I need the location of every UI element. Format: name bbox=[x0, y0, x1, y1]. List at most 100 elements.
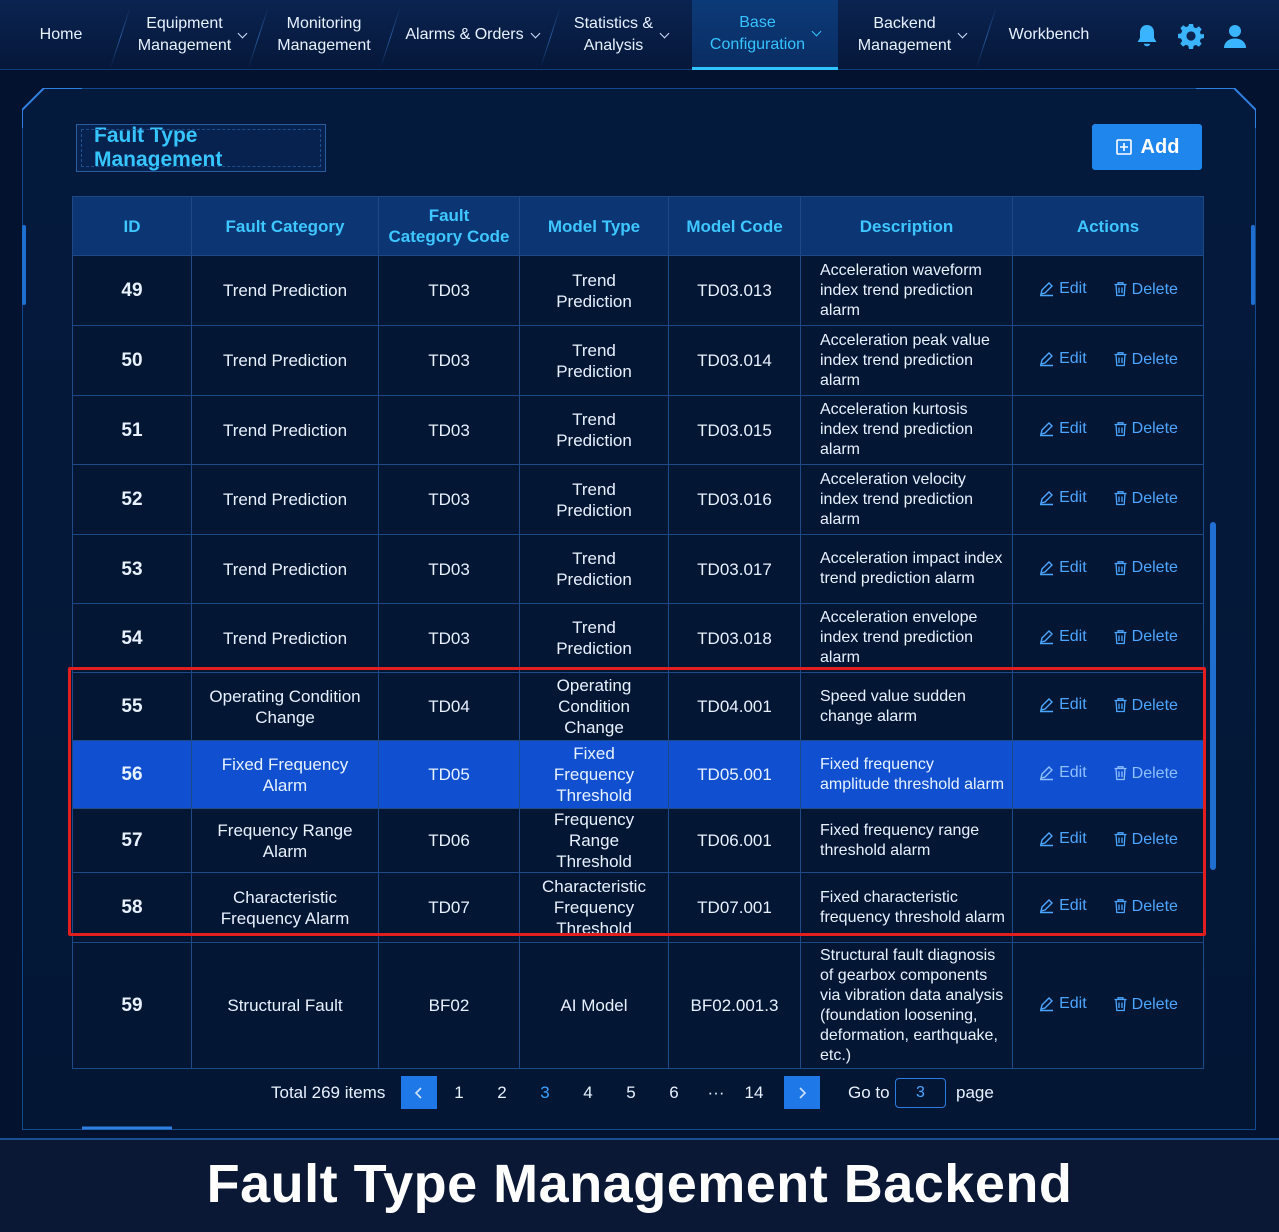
delete-button[interactable]: Delete bbox=[1113, 695, 1178, 716]
nav-workbench[interactable]: Workbench bbox=[990, 0, 1108, 70]
header-model-type[interactable]: Model Type bbox=[519, 196, 669, 256]
trash-icon bbox=[1114, 282, 1127, 297]
user-icon[interactable] bbox=[1221, 22, 1249, 50]
nav-monitoring-management[interactable]: Monitoring Management bbox=[262, 0, 386, 70]
edit-button[interactable]: Edit bbox=[1038, 626, 1087, 647]
table-row[interactable]: 52 Trend Prediction TD03 Trend Prediction TD… bbox=[72, 464, 1204, 535]
header-id[interactable]: ID bbox=[72, 196, 192, 256]
table-row[interactable]: 54 Trend Prediction TD03 Trend Prediction TD… bbox=[72, 603, 1204, 673]
cell-fault-category-code: TD03 bbox=[378, 603, 520, 673]
cell-fault-category-code: BF02 bbox=[378, 942, 520, 1069]
cell-id: 55 bbox=[72, 672, 192, 741]
table-row[interactable]: 51 Trend Prediction TD03 Trend Prediction TD… bbox=[72, 395, 1204, 465]
goto-label: Go to bbox=[848, 1083, 890, 1102]
table-row[interactable]: 59 Structural Fault BF02 AI Model BF02.001.3… bbox=[72, 942, 1204, 1069]
edit-button[interactable]: Edit bbox=[1038, 418, 1087, 439]
pagination-page-14[interactable]: 14 bbox=[738, 1076, 770, 1109]
pagination-page-6[interactable]: 6 bbox=[661, 1076, 687, 1109]
add-button[interactable]: Add bbox=[1092, 124, 1202, 170]
edit-button[interactable]: Edit bbox=[1038, 828, 1087, 849]
cell-fault-category: Fixed Frequency Alarm bbox=[191, 740, 379, 809]
edit-label: Edit bbox=[1059, 995, 1087, 1012]
pagination-page-1[interactable]: 1 bbox=[446, 1076, 472, 1109]
delete-label: Delete bbox=[1131, 559, 1178, 576]
nav-equipment-management[interactable]: Equipment Management bbox=[124, 0, 260, 70]
delete-label: Delete bbox=[1131, 420, 1178, 437]
header-fault-category[interactable]: Fault Category bbox=[191, 196, 379, 256]
page-title: Fault Type Management bbox=[76, 124, 326, 172]
header-model-code[interactable]: Model Code bbox=[668, 196, 801, 256]
cell-fault-category: Structural Fault bbox=[191, 942, 379, 1069]
trash-icon bbox=[1114, 899, 1127, 914]
pagination-page-5[interactable]: 5 bbox=[618, 1076, 644, 1109]
left-edge-glow bbox=[22, 225, 26, 305]
table-row[interactable]: 56 Fixed Frequency Alarm TD05 Fixed Frequen… bbox=[72, 740, 1204, 809]
pagination-next-button[interactable] bbox=[784, 1076, 820, 1109]
trash-icon bbox=[1114, 997, 1127, 1012]
delete-button[interactable]: Delete bbox=[1113, 626, 1178, 647]
edit-button[interactable]: Edit bbox=[1038, 993, 1087, 1014]
trash-icon bbox=[1114, 352, 1127, 367]
pagination-page-3[interactable]: 3 bbox=[532, 1076, 558, 1109]
delete-label: Delete bbox=[1131, 628, 1178, 645]
cell-fault-category: Frequency Range Alarm bbox=[191, 808, 379, 873]
table-row[interactable]: 50 Trend Prediction TD03 Trend Prediction TD… bbox=[72, 325, 1204, 396]
edit-icon bbox=[1040, 560, 1054, 575]
right-edge-glow bbox=[1251, 225, 1255, 305]
table-row[interactable]: 58 Characteristic Frequency Alarm TD07 Char… bbox=[72, 872, 1204, 943]
edit-button[interactable]: Edit bbox=[1038, 557, 1087, 578]
nav-home[interactable]: Home bbox=[0, 0, 122, 70]
edit-button[interactable]: Edit bbox=[1038, 762, 1087, 783]
cell-model-code: TD03.017 bbox=[668, 534, 801, 604]
delete-button[interactable]: Delete bbox=[1113, 896, 1178, 917]
table-row[interactable]: 57 Frequency Range Alarm TD06 Frequency Ran… bbox=[72, 808, 1204, 873]
cell-model-code: TD03.018 bbox=[668, 603, 801, 673]
caption-title: Fault Type Management Backend bbox=[206, 1154, 1073, 1214]
gear-icon[interactable] bbox=[1177, 22, 1205, 50]
edit-button[interactable]: Edit bbox=[1038, 348, 1087, 369]
delete-button[interactable]: Delete bbox=[1113, 557, 1178, 578]
cell-fault-category: Trend Prediction bbox=[191, 395, 379, 465]
cell-description: Acceleration velocity index trend predic… bbox=[800, 464, 1013, 535]
pagination-page-2[interactable]: 2 bbox=[489, 1076, 515, 1109]
table-row[interactable]: 49 Trend Prediction TD03 Trend Prediction TD… bbox=[72, 255, 1204, 326]
table-row[interactable]: 55 Operating Condition Change TD04 Operatin… bbox=[72, 672, 1204, 741]
fault-type-table: ID Fault Category Fault Category Code Mo… bbox=[72, 196, 1204, 1069]
pagination-total: Total 269 items bbox=[271, 1083, 386, 1102]
table-scrollbar[interactable] bbox=[1210, 522, 1216, 870]
trash-icon bbox=[1114, 421, 1127, 436]
nav-statistics-analysis[interactable]: Statistics & Analysis bbox=[554, 0, 688, 70]
cell-model-code: BF02.001.3 bbox=[668, 942, 801, 1069]
delete-button[interactable]: Delete bbox=[1113, 418, 1178, 439]
nav-backend-management[interactable]: Backend Management bbox=[842, 0, 982, 70]
nav-alarms-orders[interactable]: Alarms & Orders bbox=[394, 0, 550, 70]
edit-button[interactable]: Edit bbox=[1038, 278, 1087, 299]
pagination-prev-button[interactable] bbox=[401, 1076, 437, 1109]
cell-fault-category-code: TD05 bbox=[378, 740, 520, 809]
header-description[interactable]: Description bbox=[800, 196, 1013, 256]
delete-button[interactable]: Delete bbox=[1113, 829, 1178, 850]
pagination-ellipsis[interactable]: ··· bbox=[703, 1076, 729, 1109]
edit-button[interactable]: Edit bbox=[1038, 694, 1087, 715]
nav-equipment-label: Equipment Management bbox=[137, 15, 232, 54]
delete-button[interactable]: Delete bbox=[1113, 994, 1178, 1015]
cell-id: 54 bbox=[72, 603, 192, 673]
table-row[interactable]: 53 Trend Prediction TD03 Trend Prediction TD… bbox=[72, 534, 1204, 604]
delete-button[interactable]: Delete bbox=[1113, 763, 1178, 784]
header-fault-category-code[interactable]: Fault Category Code bbox=[378, 196, 520, 256]
chevron-down-icon bbox=[957, 28, 968, 38]
edit-button[interactable]: Edit bbox=[1038, 895, 1087, 916]
bell-icon[interactable] bbox=[1133, 22, 1161, 50]
delete-button[interactable]: Delete bbox=[1113, 349, 1178, 370]
cell-actions: Edit Delete bbox=[1012, 672, 1204, 741]
delete-button[interactable]: Delete bbox=[1113, 279, 1178, 300]
trash-icon bbox=[1114, 832, 1127, 847]
nav-base-configuration[interactable]: Base Configuration bbox=[692, 0, 838, 70]
goto-page-input[interactable] bbox=[895, 1078, 946, 1108]
delete-button[interactable]: Delete bbox=[1113, 488, 1178, 509]
edit-button[interactable]: Edit bbox=[1038, 487, 1087, 508]
chevron-left-icon bbox=[414, 1086, 422, 1099]
top-navigation: Home Equipment Management Monitoring Man… bbox=[0, 0, 1279, 70]
pagination-page-4[interactable]: 4 bbox=[575, 1076, 601, 1109]
cell-model-code: TD03.015 bbox=[668, 395, 801, 465]
